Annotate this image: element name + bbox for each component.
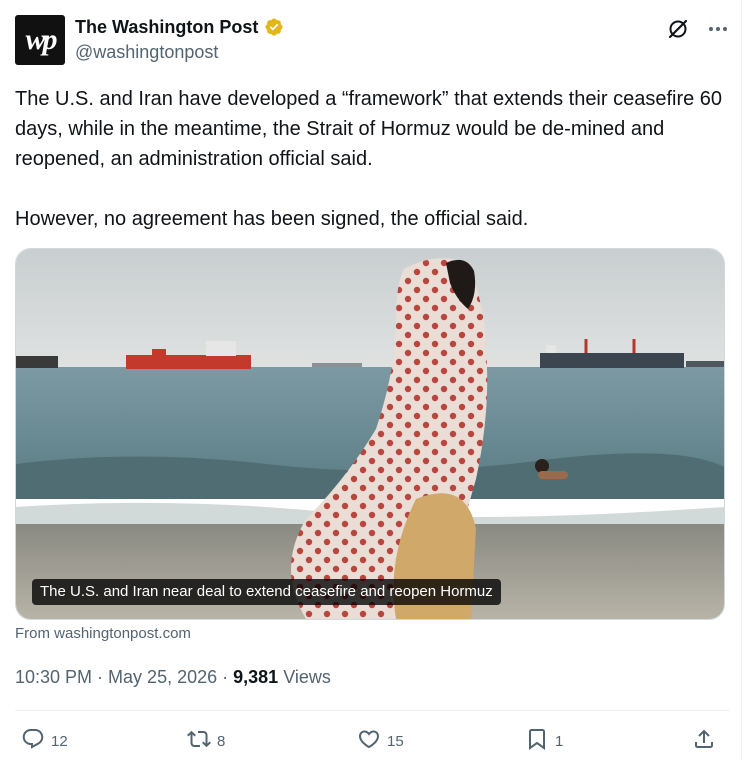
tweet-date[interactable]: May 25, 2026 xyxy=(108,667,217,687)
reply-button[interactable]: 12 xyxy=(21,727,68,755)
repost-icon xyxy=(187,727,211,755)
media-caption[interactable]: The U.S. and Iran near deal to extend ce… xyxy=(32,579,501,605)
tweet-time[interactable]: 10:30 PM xyxy=(15,667,92,687)
repost-button[interactable]: 8 xyxy=(187,727,225,755)
like-button[interactable]: 15 xyxy=(357,727,404,755)
tweet-header: wp The Washington Post @washingtonpost xyxy=(15,15,730,67)
verified-icon xyxy=(264,17,284,37)
display-name-row: The Washington Post xyxy=(75,16,284,38)
media-image xyxy=(16,249,724,619)
display-name[interactable]: The Washington Post xyxy=(75,16,258,38)
like-count: 15 xyxy=(387,732,404,750)
meta-separator-2: · xyxy=(217,667,234,687)
divider xyxy=(15,710,730,711)
action-bar: 12 8 15 1 xyxy=(15,727,730,755)
tweet-text: The U.S. and Iran have developed a “fram… xyxy=(15,88,723,230)
bookmark-button[interactable]: 1 xyxy=(525,727,563,755)
link-source[interactable]: From washingtonpost.com xyxy=(15,625,191,642)
reply-count: 12 xyxy=(51,732,68,750)
column-border xyxy=(741,0,742,760)
like-icon xyxy=(357,727,381,755)
share-icon xyxy=(692,727,716,755)
avatar[interactable]: wp xyxy=(15,15,65,65)
more-icon[interactable] xyxy=(706,17,730,41)
meta-separator: · xyxy=(92,667,109,687)
bookmark-count: 1 xyxy=(555,732,564,750)
share-button[interactable] xyxy=(692,727,716,755)
author-names: The Washington Post @washingtonpost xyxy=(75,16,284,64)
bookmark-icon xyxy=(525,727,549,755)
handle[interactable]: @washingtonpost xyxy=(75,40,284,64)
grok-icon[interactable] xyxy=(666,17,690,41)
views-count: 9,381 xyxy=(233,667,279,687)
top-actions xyxy=(666,17,730,41)
tweet-meta: 10:30 PM · May 25, 2026 · 9,381 Views xyxy=(15,665,331,689)
reply-icon xyxy=(21,727,45,755)
repost-count: 8 xyxy=(217,732,226,750)
media-card[interactable]: The U.S. and Iran near deal to extend ce… xyxy=(15,248,725,620)
views-label: Views xyxy=(283,667,331,687)
